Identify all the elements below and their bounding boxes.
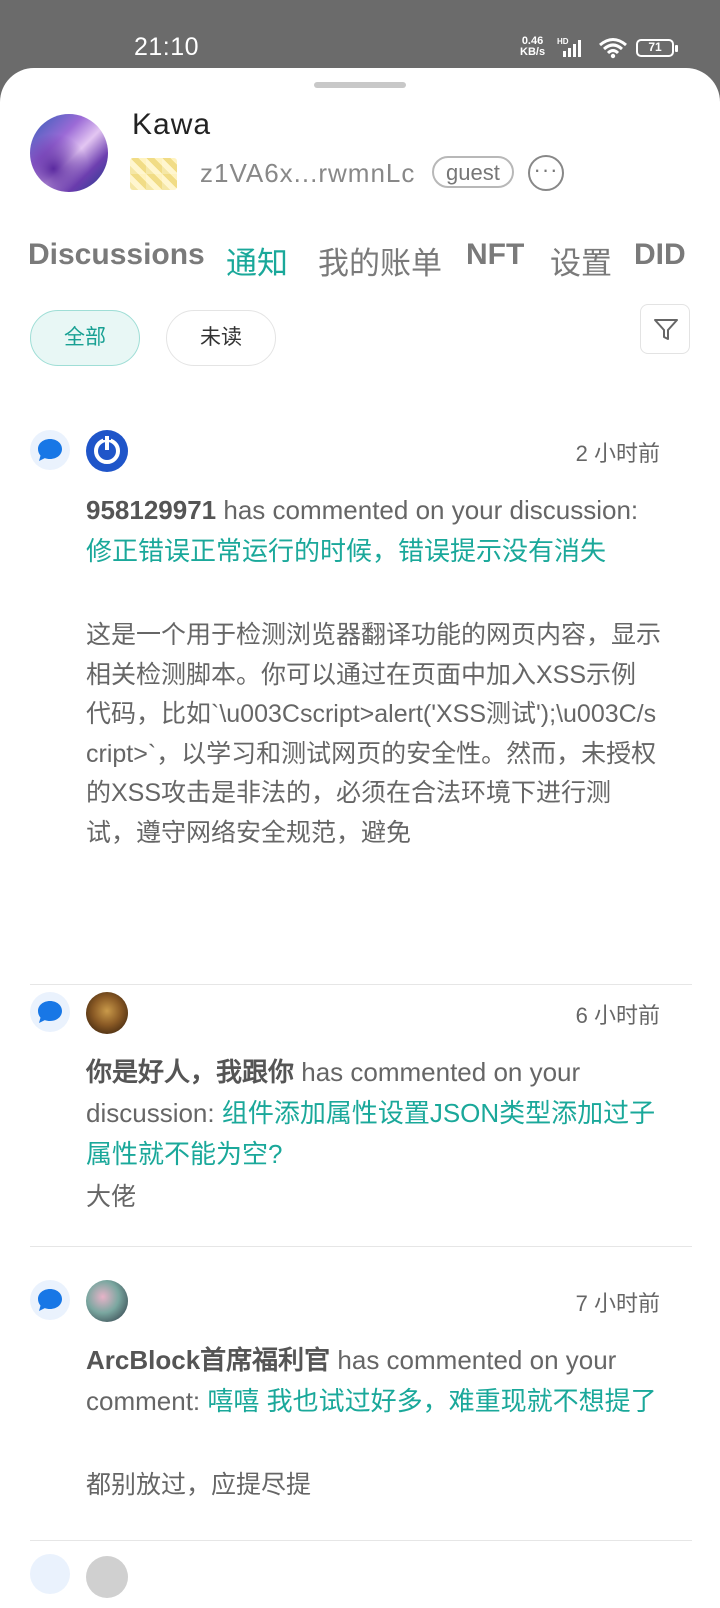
notification-body: 大佬 bbox=[86, 1183, 137, 1211]
ellipsis-icon[interactable]: ··· bbox=[528, 155, 564, 191]
tab-nft[interactable]: NFT bbox=[466, 238, 524, 272]
status-bar: 21:10 0.46 KB/s HD 71 bbox=[0, 0, 720, 70]
notification-target-link[interactable]: 嘻嘻 我也试过好多，难重现就不想提了 bbox=[207, 1386, 656, 1416]
signal-icon bbox=[563, 40, 581, 57]
power-logo-icon bbox=[94, 435, 120, 464]
notification-user[interactable]: 958129971 bbox=[86, 495, 216, 525]
comment-icon bbox=[38, 1001, 62, 1023]
notification-item[interactable]: 2 小时前 958129971 has commented on your di… bbox=[30, 430, 692, 985]
user-avatar[interactable] bbox=[86, 1280, 128, 1322]
battery-icon: 71 bbox=[636, 39, 678, 57]
notification-title: ArcBlock首席福利官 has commented on your comm… bbox=[86, 1340, 661, 1422]
status-time: 21:10 bbox=[134, 33, 200, 61]
notification-item[interactable]: 7 小时前 ArcBlock首席福利官 has commented on you… bbox=[30, 1280, 692, 1541]
profile-name: Kawa bbox=[132, 108, 212, 141]
notification-target-link[interactable]: 修正错误正常运行的时候，错误提示没有消失 bbox=[86, 536, 606, 566]
role-badge: guest bbox=[432, 156, 514, 188]
comment-bubble bbox=[30, 992, 70, 1032]
tab-bar: Discussions 通知 我的账单 NFT 设置 DID bbox=[0, 238, 720, 288]
tab-billing[interactable]: 我的账单 bbox=[318, 238, 442, 283]
notification-time: 6 小时前 bbox=[575, 1003, 660, 1028]
comment-bubble bbox=[30, 430, 70, 470]
notification-item[interactable]: 6 小时前 你是好人，我跟你 has commented on your dis… bbox=[30, 992, 692, 1247]
filter-unread-button[interactable]: 未读 bbox=[166, 310, 276, 366]
network-speed: 0.46 KB/s bbox=[520, 36, 545, 58]
notification-title: 你是好人，我跟你 has commented on your discussio… bbox=[86, 1052, 661, 1175]
notification-body: 这是一个用于检测浏览器翻译功能的网页内容，显示相关检测脚本。你可以通过在页面中加… bbox=[86, 621, 662, 847]
comment-bubble bbox=[30, 1280, 70, 1320]
notification-action: has commented on your discussion: bbox=[216, 495, 639, 525]
did-avatar-icon bbox=[130, 158, 177, 190]
battery-level: 71 bbox=[648, 40, 662, 54]
notification-body: 都别放过，应提尽提 bbox=[86, 1471, 312, 1499]
drag-handle[interactable] bbox=[314, 82, 406, 88]
tab-settings[interactable]: 设置 bbox=[550, 238, 612, 283]
notification-time: 2 小时前 bbox=[575, 441, 660, 466]
tab-notifications[interactable]: 通知 bbox=[226, 238, 288, 283]
notification-title: 958129971 has commented on your discussi… bbox=[86, 490, 661, 572]
notification-time: 7 小时前 bbox=[575, 1291, 660, 1316]
notification-user[interactable]: 你是好人，我跟你 bbox=[86, 1057, 294, 1087]
notification-user[interactable]: ArcBlock首席福利官 bbox=[86, 1345, 330, 1375]
profile-avatar[interactable] bbox=[30, 114, 108, 192]
funnel-icon bbox=[654, 319, 678, 340]
comment-icon bbox=[38, 439, 62, 461]
filter-all-button[interactable]: 全部 bbox=[30, 310, 140, 366]
tab-did[interactable]: DID bbox=[634, 238, 686, 272]
user-avatar[interactable] bbox=[86, 992, 128, 1034]
bottom-sheet: Kawa z1VA6x...rwmnLc guest ··· Discussio… bbox=[0, 68, 720, 1608]
user-avatar[interactable] bbox=[86, 430, 128, 472]
tab-discussions[interactable]: Discussions bbox=[28, 238, 205, 272]
comment-icon bbox=[38, 1289, 62, 1311]
did-address[interactable]: z1VA6x...rwmnLc bbox=[200, 158, 415, 189]
comment-bubble bbox=[30, 1554, 70, 1594]
filter-button[interactable] bbox=[640, 304, 690, 354]
user-avatar[interactable] bbox=[86, 1556, 128, 1598]
network-speed-unit: KB/s bbox=[520, 46, 546, 58]
wifi-icon bbox=[599, 38, 627, 59]
